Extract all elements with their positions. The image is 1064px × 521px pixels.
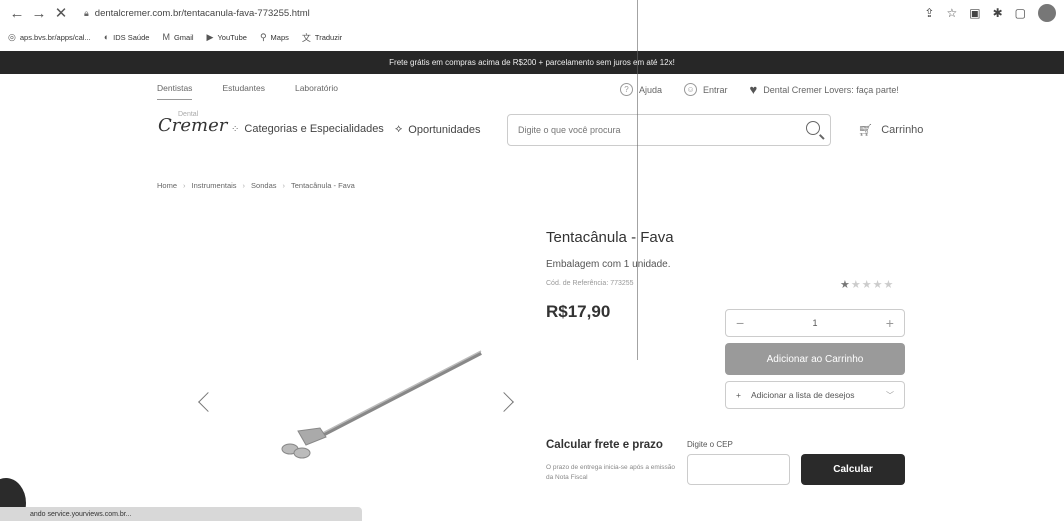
product-price: R$17,90	[546, 302, 611, 321]
cep-label: Digite o CEP	[687, 440, 733, 449]
bookmark-item[interactable]: 文 Traduzir	[302, 31, 342, 44]
heart-icon: ♥	[749, 82, 758, 97]
cart-icon: 🛒︎	[858, 123, 874, 137]
breadcrumb-item[interactable]: Instrumentais	[192, 181, 237, 190]
search-icon[interactable]	[806, 121, 820, 135]
bookmark-item[interactable]: ▶ YouTube	[207, 32, 247, 43]
quantity-stepper: − 1 +	[725, 309, 905, 337]
translate-icon: 文	[301, 32, 311, 43]
star-filled-icon: ★	[840, 279, 851, 291]
gallery-prev-icon[interactable]	[198, 392, 218, 412]
product-packaging: Embalagem com 1 unidade.	[546, 259, 671, 270]
promo-text: Frete grátis em compras acima de R$200 +…	[389, 58, 675, 67]
rating-stars[interactable]: ★★★★★	[840, 278, 894, 291]
star-empty-icon: ★	[850, 279, 862, 291]
tab-laboratorio[interactable]: Laboratório	[295, 83, 338, 100]
chevron-down-icon: ﹀	[886, 390, 894, 400]
site-icon: ◐	[103, 32, 110, 42]
scan-line	[637, 0, 638, 360]
categories-menu[interactable]: ⁘ Categorias e Especialidades	[231, 123, 384, 135]
search-input[interactable]	[518, 125, 788, 135]
promo-banner[interactable]: Frete grátis em compras acima de R$200 +…	[0, 51, 1064, 74]
tab-estudantes[interactable]: Estudantes	[222, 83, 265, 100]
help-link[interactable]: ? Ajuda	[620, 83, 662, 96]
calculate-button[interactable]: Calcular	[801, 454, 905, 485]
opportunities-link[interactable]: ⟡ Oportunidades	[395, 123, 480, 136]
cart-link[interactable]: 🛒︎ Carrinho	[858, 123, 923, 137]
minus-icon[interactable]: −	[736, 315, 744, 331]
star-empty-icon: ★	[883, 279, 895, 291]
youtube-icon: ▶	[206, 31, 214, 42]
back-icon[interactable]: ←	[6, 5, 28, 22]
help-icon: ?	[620, 83, 633, 96]
breadcrumb-item: Tentacânula - Fava	[290, 181, 355, 190]
chevron-right-icon: ›	[242, 181, 246, 190]
login-link[interactable]: ☺ Entrar	[684, 83, 728, 96]
plus-icon[interactable]: +	[886, 315, 894, 331]
grid-icon: ⁘	[231, 123, 239, 135]
bookmark-item[interactable]: ⚲ Maps	[260, 32, 289, 43]
wishlist-button[interactable]: + Adicionar a lista de desejos ﹀	[725, 381, 905, 409]
bookmark-item[interactable]: ◎ aps.bvs.br/apps/cal...	[8, 32, 91, 43]
shipping-title: Calcular frete e prazo	[546, 439, 663, 451]
cep-input[interactable]	[687, 454, 790, 485]
tab-dentistas[interactable]: Dentistas	[157, 83, 193, 100]
breadcrumb-item[interactable]: Sondas	[251, 181, 276, 190]
forward-icon[interactable]: →	[28, 5, 50, 22]
plus-icon: +	[736, 390, 741, 400]
star-icon[interactable]: ☆	[946, 6, 957, 20]
puzzle-icon[interactable]: ✱	[993, 6, 1003, 20]
bookmarks-bar: ◎ aps.bvs.br/apps/cal... ◐ IDS Saúde M Gmai…	[0, 26, 1064, 48]
audience-tabs: Dentistas Estudantes Laboratório	[157, 83, 338, 100]
lovers-link[interactable]: ♥ Dental Cremer Lovers: faça parte!	[750, 82, 899, 97]
gmail-icon: M	[162, 32, 170, 42]
product-image	[281, 350, 482, 459]
lock-icon[interactable]: 🔒︎	[84, 8, 89, 19]
star-empty-icon: ★	[861, 279, 873, 291]
shipping-note: O prazo de entrega inicia-se após a emis…	[546, 464, 675, 481]
maps-icon: ⚲	[259, 31, 267, 42]
tag-icon: ⟡	[395, 123, 403, 135]
bookmark-item[interactable]: M Gmail	[162, 32, 193, 42]
add-to-cart-button[interactable]: Adicionar ao Carrinho	[725, 343, 905, 375]
chevron-right-icon: ›	[282, 181, 285, 190]
quantity-value[interactable]: 1	[812, 318, 817, 328]
star-empty-icon: ★	[872, 279, 884, 291]
breadcrumb: Home › Instrumentais › Sondas › Tentacân…	[157, 181, 355, 190]
chevron-right-icon: ›	[183, 181, 186, 190]
stop-icon[interactable]: ✕	[50, 4, 72, 22]
window-icon[interactable]: ▢	[1015, 6, 1026, 20]
breadcrumb-item[interactable]: Home	[157, 181, 177, 190]
logo[interactable]: Cremer	[158, 115, 227, 136]
user-icon: ☺	[684, 83, 698, 96]
product-title: Tentacânula - Fava	[546, 229, 674, 246]
gallery-next-icon[interactable]	[494, 392, 514, 412]
status-text: ando service.yourviews.com.br...	[30, 510, 132, 518]
browser-actions: ⇪ ☆ ▣ ✱ ▢	[924, 4, 1056, 22]
top-links: ? Ajuda ☺ Entrar ♥ Dental Cremer Lovers: fa…	[620, 82, 899, 97]
bookmark-item[interactable]: ◐ IDS Saúde	[104, 32, 150, 42]
browser-status-bar: ando service.yourviews.com.br...	[0, 507, 362, 521]
url-text[interactable]: dentalcremer.com.br/tentacanula-fava-773…	[95, 8, 310, 19]
globe-icon: ◎	[8, 31, 16, 42]
search-box	[507, 114, 831, 146]
browser-address-bar: ← → ✕ 🔒︎ dentalcremer.com.br/tentacanula…	[0, 0, 1064, 26]
extension-icon[interactable]: ▣	[969, 6, 980, 20]
profile-avatar[interactable]	[1038, 4, 1056, 22]
share-icon[interactable]: ⇪	[924, 6, 934, 20]
product-reference: Cód. de Referência: 773255	[546, 280, 634, 287]
